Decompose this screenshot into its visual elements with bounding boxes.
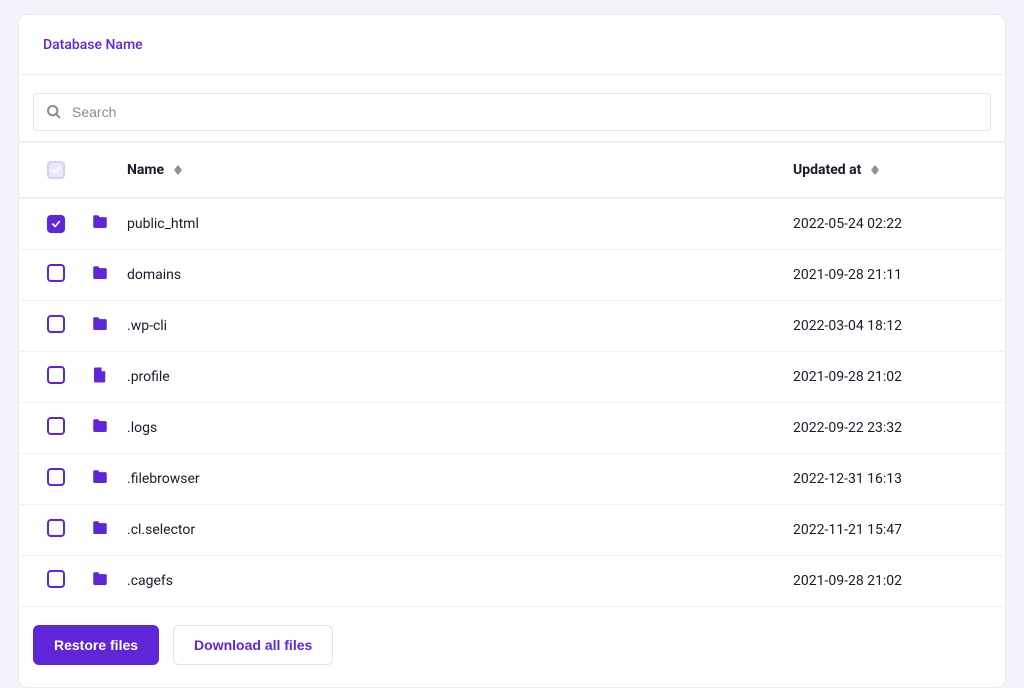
row-name[interactable]: .logs [119, 403, 785, 454]
row-checkbox[interactable] [47, 468, 65, 486]
table-row[interactable]: domains2021-09-28 21:11 [19, 250, 1005, 301]
row-name[interactable]: public_html [119, 198, 785, 250]
row-type-icon-cell [83, 198, 119, 250]
search-input[interactable] [72, 104, 978, 120]
sort-icon [174, 165, 182, 175]
row-name[interactable]: domains [119, 250, 785, 301]
column-header-name-label: Name [127, 162, 164, 178]
folder-icon [91, 213, 109, 231]
row-type-icon-cell [83, 250, 119, 301]
row-checkbox[interactable] [47, 417, 65, 435]
row-updated: 2021-09-28 21:02 [785, 556, 1005, 607]
column-header-name[interactable]: Name [119, 143, 785, 198]
folder-icon [91, 417, 109, 435]
row-type-icon-cell [83, 454, 119, 505]
table-row[interactable]: .wp-cli2022-03-04 18:12 [19, 301, 1005, 352]
search-box[interactable] [33, 93, 991, 131]
table-row[interactable]: .filebrowser2022-12-31 16:13 [19, 454, 1005, 505]
folder-icon [91, 468, 109, 486]
row-updated: 2022-12-31 16:13 [785, 454, 1005, 505]
row-checkbox[interactable] [47, 264, 65, 282]
search-section [19, 75, 1005, 143]
search-icon [46, 104, 62, 120]
row-updated: 2022-09-22 23:32 [785, 403, 1005, 454]
row-name[interactable]: .cagefs [119, 556, 785, 607]
row-updated: 2021-09-28 21:11 [785, 250, 1005, 301]
table-row[interactable]: .logs2022-09-22 23:32 [19, 403, 1005, 454]
row-name[interactable]: .profile [119, 352, 785, 403]
row-type-icon-cell [83, 301, 119, 352]
row-checkbox[interactable] [47, 215, 65, 233]
row-checkbox[interactable] [47, 366, 65, 384]
folder-icon [91, 519, 109, 537]
table-row[interactable]: public_html2022-05-24 02:22 [19, 198, 1005, 250]
file-icon [91, 366, 109, 384]
select-all-checkbox[interactable] [47, 161, 65, 179]
row-updated: 2022-11-21 15:47 [785, 505, 1005, 556]
file-table: Name Updated at public_html2022-05-24 02… [19, 143, 1005, 607]
row-updated: 2022-05-24 02:22 [785, 198, 1005, 250]
sort-icon [871, 165, 879, 175]
row-checkbox[interactable] [47, 315, 65, 333]
table-row[interactable]: .cagefs2021-09-28 21:02 [19, 556, 1005, 607]
restore-files-button[interactable]: Restore files [33, 625, 159, 665]
checkmark-icon [51, 219, 61, 229]
checkmark-icon [51, 165, 61, 175]
row-checkbox[interactable] [47, 519, 65, 537]
tab-database-name[interactable]: Database Name [43, 31, 143, 59]
table-header-row: Name Updated at [19, 143, 1005, 198]
folder-icon [91, 264, 109, 282]
row-checkbox[interactable] [47, 570, 65, 588]
column-header-updated-label: Updated at [793, 162, 861, 178]
table-row[interactable]: .cl.selector2022-11-21 15:47 [19, 505, 1005, 556]
download-all-button[interactable]: Download all files [173, 625, 333, 665]
main-panel: Database Name Name [18, 14, 1006, 688]
column-header-updated[interactable]: Updated at [785, 143, 1005, 198]
row-type-icon-cell [83, 556, 119, 607]
row-updated: 2022-03-04 18:12 [785, 301, 1005, 352]
row-name[interactable]: .cl.selector [119, 505, 785, 556]
row-type-icon-cell [83, 505, 119, 556]
folder-icon [91, 570, 109, 588]
tab-bar: Database Name [19, 15, 1005, 75]
folder-icon [91, 315, 109, 333]
footer-actions: Restore files Download all files [19, 607, 1005, 687]
row-name[interactable]: .wp-cli [119, 301, 785, 352]
row-type-icon-cell [83, 352, 119, 403]
row-type-icon-cell [83, 403, 119, 454]
row-updated: 2021-09-28 21:02 [785, 352, 1005, 403]
table-row[interactable]: .profile2021-09-28 21:02 [19, 352, 1005, 403]
row-name[interactable]: .filebrowser [119, 454, 785, 505]
